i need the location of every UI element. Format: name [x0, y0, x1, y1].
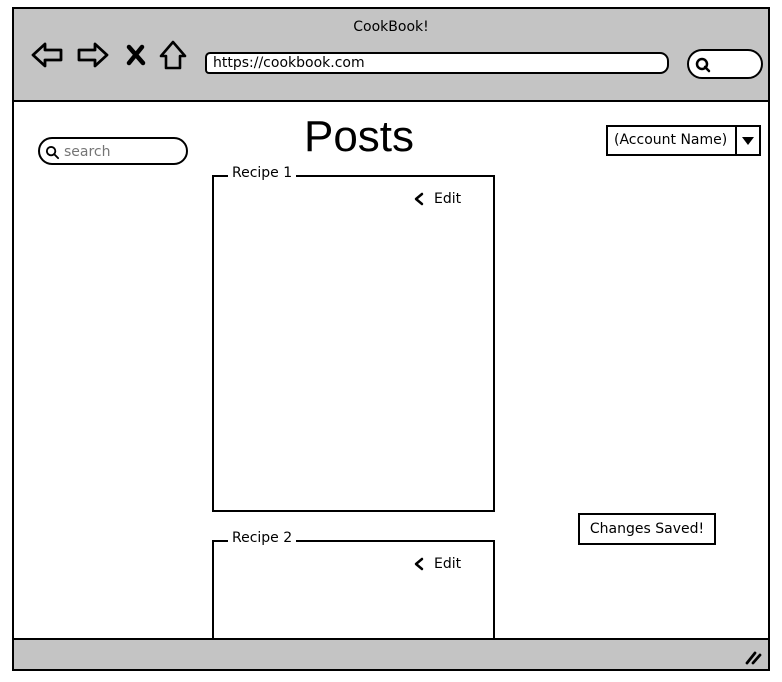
- chevron-left-icon: [414, 192, 424, 206]
- chevron-down-icon[interactable]: [735, 127, 759, 154]
- post-title: Recipe 1: [228, 165, 297, 181]
- edit-button[interactable]: Edit: [414, 191, 461, 207]
- edit-label: Edit: [434, 556, 462, 572]
- window-title: CookBook!: [353, 19, 429, 35]
- url-field[interactable]: [205, 52, 669, 74]
- account-dropdown[interactable]: (Account Name): [606, 125, 761, 156]
- account-name: (Account Name): [614, 132, 728, 148]
- search-icon: [695, 57, 711, 73]
- browser-search-button[interactable]: [687, 49, 763, 79]
- search-box[interactable]: [38, 137, 188, 165]
- browser-toolbar: CookBook!: [14, 9, 768, 102]
- forward-arrow-icon[interactable]: [75, 38, 111, 72]
- chevron-left-icon: [414, 557, 424, 571]
- status-bar: [14, 638, 768, 669]
- post-card: Recipe 2 Edit: [212, 530, 495, 638]
- search-input[interactable]: [62, 142, 184, 162]
- stop-x-icon[interactable]: [118, 38, 154, 72]
- edit-label: Edit: [434, 191, 462, 207]
- page-title: Posts: [303, 112, 415, 161]
- resize-grip-icon[interactable]: [744, 649, 762, 665]
- browser-window: CookBook! Posts: [12, 7, 770, 671]
- home-icon[interactable]: [155, 38, 191, 72]
- post-card: Recipe 1 Edit: [212, 165, 495, 512]
- back-arrow-icon[interactable]: [29, 38, 65, 72]
- page-content: Posts (Account Name) Recipe 1 Edit Recip…: [14, 102, 768, 638]
- post-title: Recipe 2: [228, 530, 297, 546]
- status-message: Changes Saved!: [578, 513, 716, 545]
- search-icon: [45, 145, 60, 160]
- edit-button[interactable]: Edit: [414, 556, 461, 572]
